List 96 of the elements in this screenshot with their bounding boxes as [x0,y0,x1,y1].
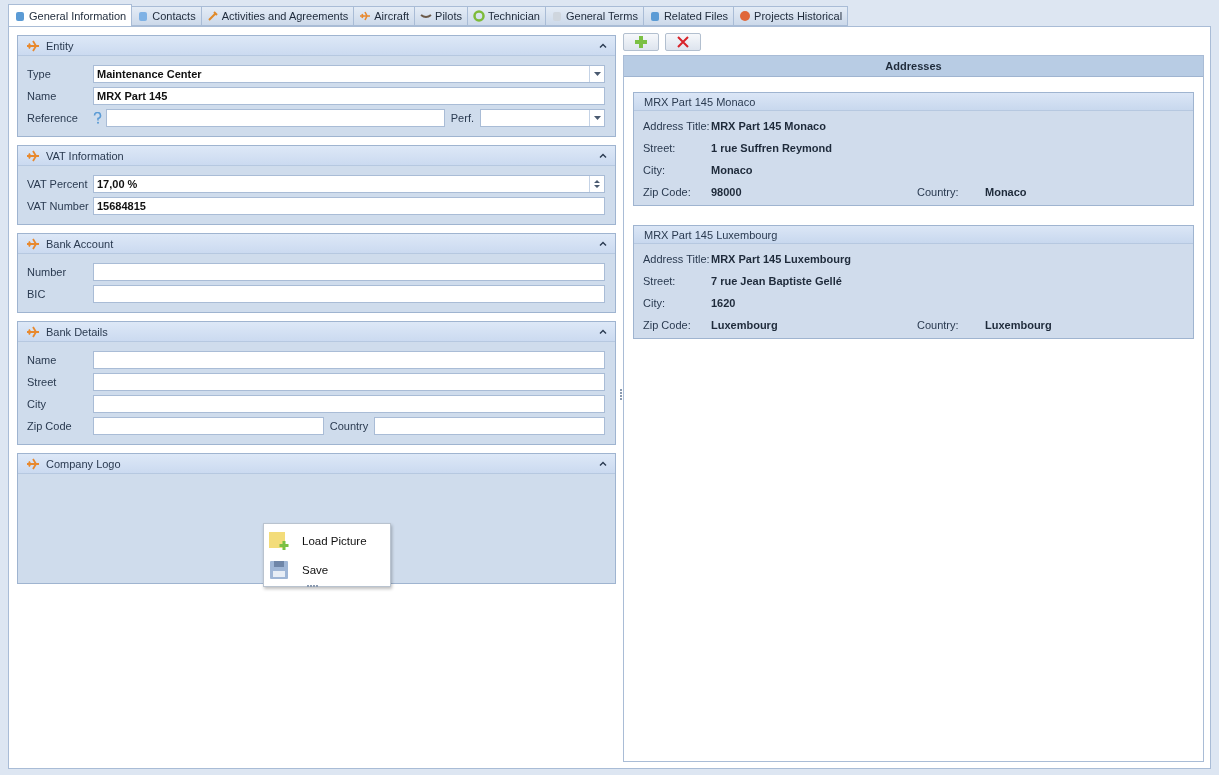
spin-icon[interactable] [594,179,600,189]
group-header[interactable]: Bank Account [18,234,615,254]
group-header[interactable]: VAT Information [18,146,615,166]
field-label: VAT Number [27,200,89,212]
airplane-icon [26,149,40,162]
tab[interactable]: General Information [8,4,133,26]
field-label: Street: [643,142,677,154]
collapse-icon[interactable] [599,153,607,158]
field-label: City: [643,297,666,309]
field-label: Zip Code [27,420,73,432]
input-field[interactable] [93,351,605,369]
field-label: City [27,398,47,410]
field-label: Street: [643,275,677,287]
airplane-icon [26,457,40,470]
number-field[interactable]: 17,00 % [93,175,605,193]
field-label: VAT Percent [27,178,89,190]
close-icon [677,36,689,48]
field-label: Name [27,354,58,366]
input-field[interactable] [93,395,605,413]
group-header[interactable]: Entity [18,36,615,56]
tab-icon [739,10,752,22]
field-label: Name [27,90,58,102]
field-value: MRX Part 145 Luxembourg [711,253,851,265]
group-title: VAT Information [46,149,125,162]
field-label: Country [328,420,370,432]
field-label: Address Title: [643,253,711,265]
airplane-icon [26,325,40,338]
field-value: 7 rue Jean Baptiste Gellé [711,275,842,287]
tab-icon [206,10,219,22]
tab-icon [137,10,150,22]
input-field[interactable]: MRX Part 145 [93,87,605,105]
field-label: Number [27,266,68,278]
dropdown-field[interactable] [480,109,605,127]
field-label: Zip Code: [643,319,692,331]
tab[interactable]: Technician [466,6,546,26]
tab[interactable]: Contacts [131,6,202,26]
dropdown-field[interactable]: Maintenance Center [93,65,605,83]
group-header[interactable]: Company Logo [18,454,615,474]
folder-plus-icon [268,529,290,552]
field-label: Country: [917,319,960,331]
tab-icon [14,9,26,22]
group-title: Entity [46,39,75,52]
field-label: Country: [917,186,960,198]
plus-icon [634,35,648,49]
field-label: Perf. [449,112,475,124]
input-field[interactable] [93,417,324,435]
input-field[interactable] [93,285,605,303]
input-field[interactable] [93,373,605,391]
tab-icon [472,10,485,22]
add-button[interactable] [623,33,659,51]
tab[interactable]: General Terms [544,6,644,26]
field-label: Type [27,68,52,80]
field-value: 98000 [711,186,743,198]
tab[interactable]: Aircraft [353,6,416,26]
menu-item[interactable]: Save [264,555,390,584]
caret-icon[interactable] [593,116,601,120]
collapse-icon[interactable] [599,329,607,334]
field-label: Address Title: [643,120,711,132]
tab[interactable]: Pilots [414,6,468,26]
card-title: MRX Part 145 Monaco [634,93,1193,111]
input-field[interactable] [106,109,445,127]
field-label: Street [27,376,58,388]
group-title: Bank Details [46,325,109,338]
group-title: Company Logo [46,457,122,470]
airplane-icon [26,39,40,52]
field-value: MRX Part 145 Monaco [711,120,826,132]
input-field[interactable] [374,417,605,435]
caret-icon[interactable] [593,72,601,76]
panel-header: Addresses [624,56,1203,77]
delete-button[interactable] [665,33,701,51]
collapse-icon[interactable] [599,461,607,466]
tab[interactable]: Activities and Agreements [200,6,355,26]
group-header[interactable]: Bank Details [18,322,615,342]
input-field[interactable]: 15684815 [93,197,605,215]
field-label: City: [643,164,666,176]
field-value: Luxembourg [985,319,1052,331]
tab[interactable]: Related Files [642,6,735,26]
airplane-icon [26,237,40,250]
field-value: 1620 [711,297,736,309]
collapse-icon[interactable] [599,241,607,246]
field-value: Monaco [985,186,1027,198]
card-title: MRX Part 145 Luxembourg [634,226,1193,244]
field-label: BIC [27,288,47,300]
field-value: Monaco [711,164,753,176]
field-value: Luxembourg [711,319,779,331]
tab-icon [648,10,661,22]
tab[interactable]: Projects Historical [733,6,849,26]
collapse-icon[interactable] [599,43,607,48]
field-value: 1 rue Suffren Reymond [711,142,833,154]
menu-item[interactable]: Load Picture [264,526,390,555]
group-title: Bank Account [46,237,115,250]
tab-icon [359,10,372,22]
field-label: Reference [27,112,79,124]
input-field[interactable] [93,263,605,281]
field-label: Zip Code: [643,186,692,198]
help-icon[interactable] [93,112,102,124]
